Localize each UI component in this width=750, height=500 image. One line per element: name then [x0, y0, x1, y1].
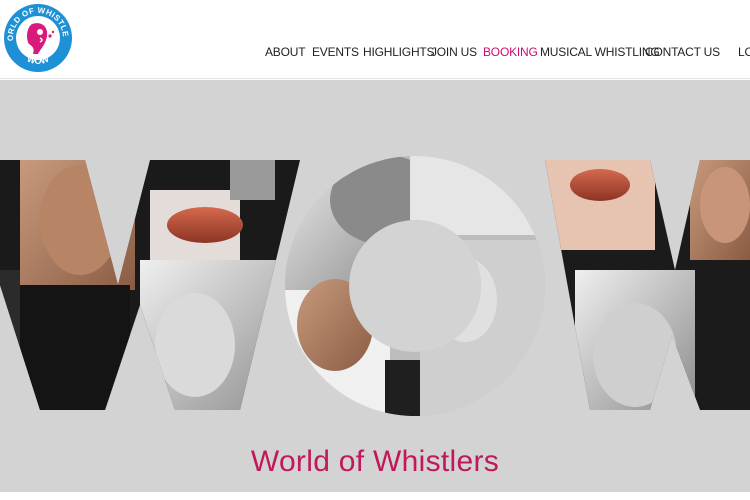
main-nav: ABOUT EVENTS HIGHLIGHTS JOIN US BOOKING … — [0, 44, 750, 60]
site-header: WORLD OF WHISTLERS WOW ABOUT EVENTS HIGH… — [0, 0, 750, 79]
nav-item-events[interactable]: EVENTS — [312, 44, 359, 60]
letter-w-right — [545, 160, 750, 410]
letter-w-left — [0, 160, 300, 410]
nav-item-musical-whistling[interactable]: MUSICAL WHISTLING — [540, 44, 660, 60]
nav-item-contact-us[interactable]: CONTACT US — [645, 44, 720, 60]
nav-item-highlights[interactable]: HIGHLIGHTS — [363, 44, 435, 60]
bottom-strip — [0, 492, 750, 500]
wow-letters-collage — [0, 156, 750, 416]
letter-o — [284, 156, 545, 416]
nav-item-join-us[interactable]: JOIN US — [431, 44, 477, 60]
logo[interactable]: WORLD OF WHISTLERS WOW — [2, 2, 74, 74]
hero-banner: World of Whistlers — [0, 80, 750, 492]
nav-item-booking[interactable]: BOOKING — [483, 44, 538, 60]
hero-tagline: World of Whistlers — [250, 445, 500, 478]
nav-item-login[interactable]: LO — [738, 44, 750, 60]
nav-item-about[interactable]: ABOUT — [265, 44, 306, 60]
